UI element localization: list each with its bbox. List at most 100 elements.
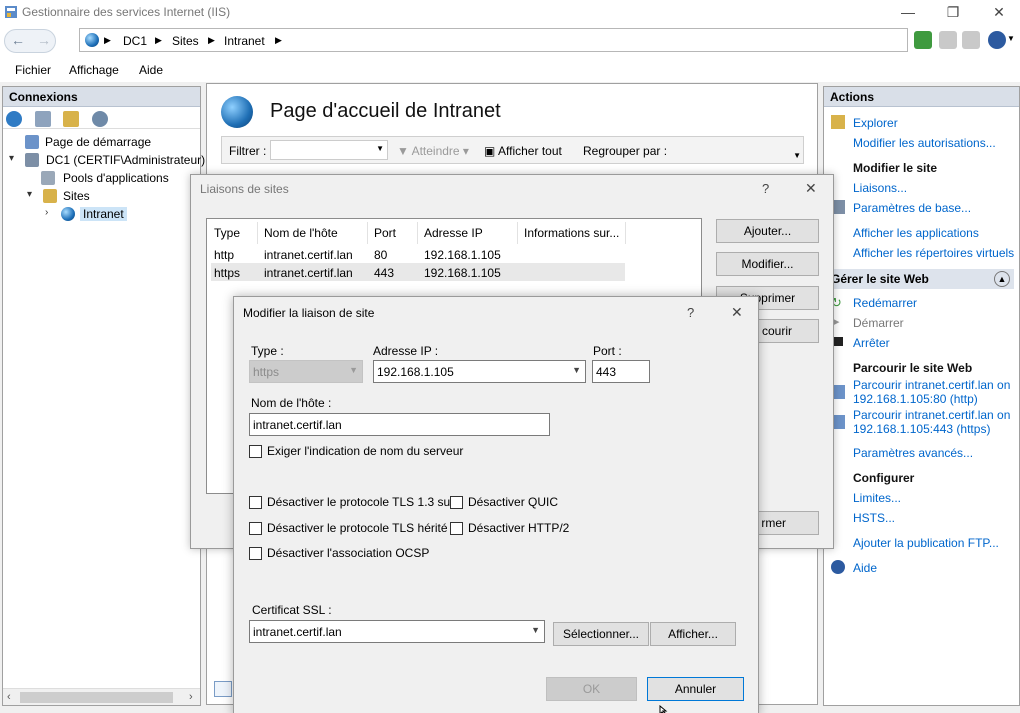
action-restart[interactable]: Redémarrer <box>853 296 917 310</box>
disable-ocsp-checkbox[interactable] <box>249 547 262 560</box>
scroll-left-icon[interactable]: ‹ <box>7 691 11 703</box>
view-cert-button[interactable]: Afficher... <box>650 622 736 646</box>
breadcrumb-sep-icon: ▶ <box>275 35 282 45</box>
column-header[interactable]: Nom de l'hôte <box>264 226 338 240</box>
filter-bar: Filtrer : ▼ ▼ Atteindre ▾ ▣ Afficher tou… <box>221 136 804 164</box>
action-help[interactable]: Aide <box>853 561 877 575</box>
column-header[interactable]: Port <box>374 226 396 240</box>
sni-checkbox[interactable] <box>249 445 262 458</box>
collapse-icon[interactable]: ▲ <box>994 271 1010 287</box>
column-header[interactable]: Informations sur... <box>524 226 619 240</box>
menu-bar: Fichier Affichage Aide <box>0 58 1020 82</box>
action-limits[interactable]: Limites... <box>853 491 901 505</box>
disable-http2-checkbox[interactable] <box>450 522 463 535</box>
disable-ocsp-label[interactable]: Désactiver l'association OCSP <box>267 546 429 560</box>
action-hsts[interactable]: HSTS... <box>853 511 895 525</box>
close-window-button[interactable]: ✕ <box>976 0 1020 24</box>
close-icon[interactable]: ✕ <box>805 180 817 197</box>
back-forward-buttons[interactable]: ← → <box>4 29 56 53</box>
host-name-input[interactable]: intranet.certif.lan <box>249 413 550 436</box>
expand-icon[interactable]: ▾ <box>9 153 14 164</box>
disable-tls13-label[interactable]: Désactiver le protocole TLS 1.3 sur <box>267 495 454 509</box>
disable-quic-checkbox[interactable] <box>450 496 463 509</box>
type-select[interactable]: https ▼ <box>249 360 363 383</box>
folder-up-icon[interactable] <box>63 111 79 127</box>
breadcrumb-sep-icon: ▶ <box>104 35 111 45</box>
connect-icon[interactable] <box>6 111 22 127</box>
save-icon[interactable] <box>35 111 51 127</box>
action-start[interactable]: Démarrer <box>853 316 904 330</box>
action-add-ftp[interactable]: Ajouter la publication FTP... <box>853 536 999 550</box>
menu-fichier[interactable]: Fichier <box>15 63 51 77</box>
select-cert-button[interactable]: Sélectionner... <box>553 622 649 646</box>
group-by-label[interactable]: Regrouper par : <box>583 144 667 158</box>
help-icon[interactable]: ? <box>687 305 694 320</box>
view-mode-icon[interactable] <box>214 681 232 697</box>
scroll-down-icon[interactable]: ▼ <box>793 151 801 160</box>
iis-app-icon <box>4 5 18 19</box>
breadcrumb[interactable]: ▶ DC1 ▶ Sites ▶ Intranet ▶ <box>79 28 908 52</box>
menu-affichage[interactable]: Affichage <box>69 63 119 77</box>
ok-button[interactable]: OK <box>546 677 637 701</box>
tree-item-server[interactable]: ▾ DC1 (CERTIF\Administrateur) <box>9 151 205 169</box>
ip-address-select[interactable]: 192.168.1.105 ▼ <box>373 360 586 383</box>
site-globe-icon <box>221 96 253 128</box>
action-explore[interactable]: Explorer <box>853 116 898 130</box>
tree-item-app-pools[interactable]: Pools d'applications <box>25 169 195 187</box>
action-bindings[interactable]: Liaisons... <box>853 181 907 195</box>
disable-tls13-checkbox[interactable] <box>249 496 262 509</box>
host-label: Nom de l'hôte : <box>251 396 332 410</box>
column-header[interactable]: Adresse IP <box>424 226 483 240</box>
app-pool-icon <box>41 171 55 185</box>
dialog-title: Liaisons de sites <box>200 182 289 196</box>
restore-button[interactable]: ❐ <box>930 0 976 24</box>
stop-icon[interactable] <box>939 31 957 49</box>
tree-item-sites[interactable]: ▾ Sites <box>27 187 177 205</box>
connections-hscrollbar[interactable]: ‹ › <box>3 688 200 705</box>
minimize-button[interactable]: — <box>885 0 931 24</box>
home-icon[interactable] <box>962 31 980 49</box>
disable-legacy-tls-checkbox[interactable] <box>249 522 262 535</box>
action-browse-https[interactable]: Parcourir intranet.certif.lan on 192.168.… <box>853 408 1010 436</box>
disable-legacy-tls-label[interactable]: Désactiver le protocole TLS hérité <box>267 521 448 535</box>
column-header[interactable]: Type <box>214 226 240 240</box>
tree-item-intranet[interactable]: › Intranet <box>45 205 185 223</box>
menu-aide[interactable]: Aide <box>139 63 163 77</box>
port-input[interactable]: 443 <box>592 360 650 383</box>
refresh-icon[interactable] <box>914 31 932 49</box>
scroll-thumb[interactable] <box>20 692 173 703</box>
forward-arrow-icon[interactable]: → <box>37 32 51 48</box>
disconnect-icon[interactable] <box>92 111 108 127</box>
back-arrow-icon[interactable]: ← <box>11 32 25 48</box>
edit-binding-button[interactable]: Modifier... <box>716 252 819 276</box>
action-stop[interactable]: Arrêter <box>853 336 890 350</box>
disable-http2-label[interactable]: Désactiver HTTP/2 <box>468 521 569 535</box>
disable-quic-label[interactable]: Désactiver QUIC <box>468 495 558 509</box>
scroll-right-icon[interactable]: › <box>189 691 193 703</box>
close-icon[interactable]: ✕ <box>731 304 743 321</box>
action-browse-http[interactable]: Parcourir intranet.certif.lan on 192.168.… <box>853 378 1010 406</box>
help-dropdown-icon[interactable]: ▼ <box>1007 34 1015 43</box>
expand-icon[interactable]: › <box>45 207 48 218</box>
crumb-dc1[interactable]: DC1 <box>123 34 147 48</box>
configure-heading: Configurer <box>853 471 915 485</box>
expand-icon[interactable]: ▾ <box>27 189 32 200</box>
ssl-cert-select[interactable]: intranet.certif.lan ▼ <box>249 620 545 643</box>
manage-site-section[interactable]: Gérer le site Web ▲ <box>826 269 1014 289</box>
add-binding-button[interactable]: Ajouter... <box>716 219 819 243</box>
action-advanced-settings[interactable]: Paramètres avancés... <box>853 446 973 460</box>
cancel-button[interactable]: Annuler <box>647 677 744 701</box>
action-basic-settings[interactable]: Paramètres de base... <box>853 201 971 215</box>
crumb-intranet[interactable]: Intranet <box>224 34 265 48</box>
crumb-sites[interactable]: Sites <box>172 34 199 48</box>
help-icon[interactable]: ? <box>762 181 769 196</box>
action-view-vdirs[interactable]: Afficher les répertoires virtuels <box>853 246 1014 260</box>
tree-item-start-page[interactable]: Page de démarrage <box>11 133 196 151</box>
show-all-button[interactable]: ▣ Afficher tout <box>484 144 562 158</box>
action-edit-permissions[interactable]: Modifier les autorisations... <box>853 136 996 150</box>
filter-input[interactable]: ▼ <box>270 140 388 160</box>
sni-label[interactable]: Exiger l'indication de nom du serveur <box>267 444 463 458</box>
action-view-apps[interactable]: Afficher les applications <box>853 226 979 240</box>
goto-button[interactable]: ▼ Atteindre ▾ <box>397 144 469 158</box>
help-icon[interactable] <box>988 31 1006 49</box>
